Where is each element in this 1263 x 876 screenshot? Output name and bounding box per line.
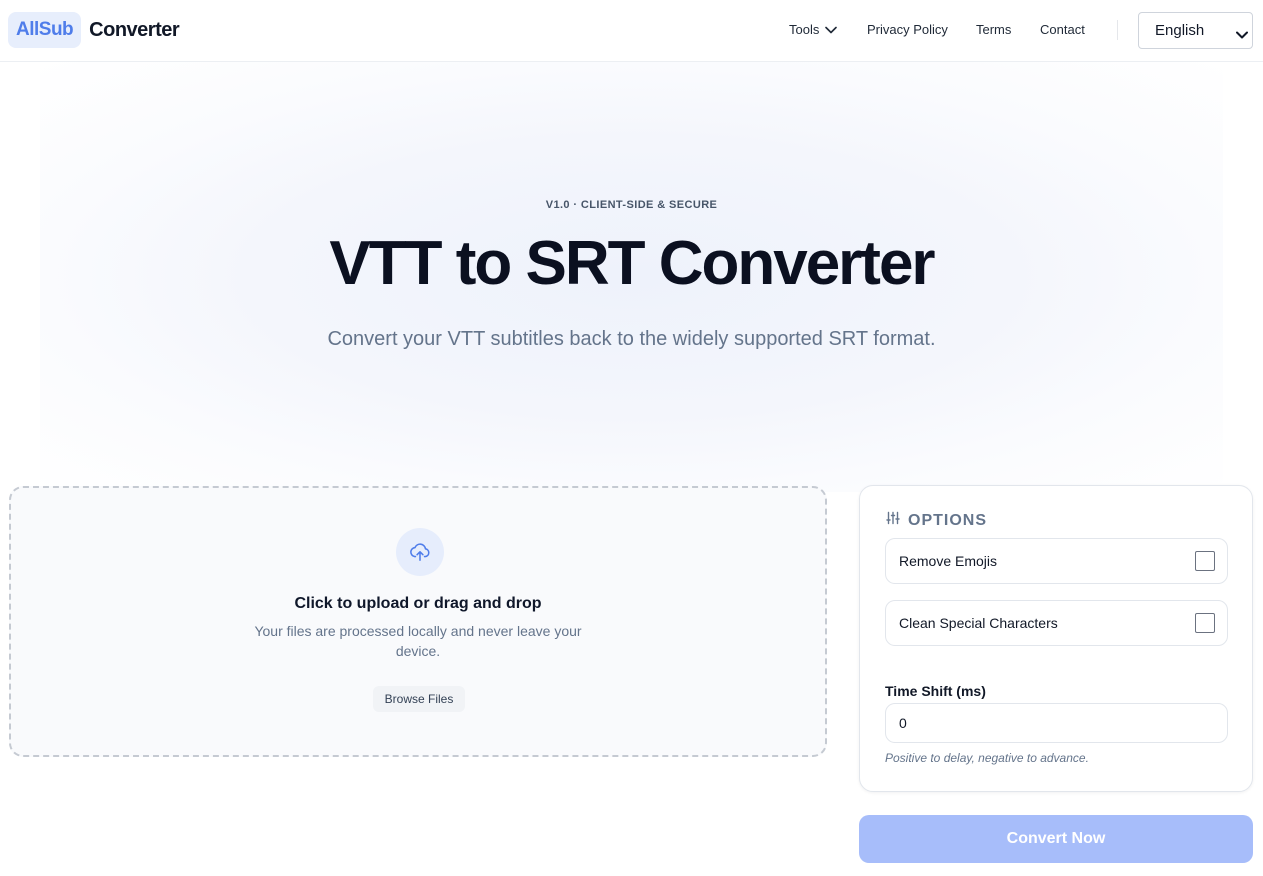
options-title: OPTIONS [908, 511, 988, 529]
nav-tools-label: Tools [789, 22, 820, 37]
time-shift-help: Positive to delay, negative to advance. [885, 751, 1089, 765]
clean-special-characters-checkbox[interactable] [1195, 613, 1215, 633]
option-remove-emojis-label: Remove Emojis [899, 553, 998, 569]
options-panel: OPTIONS Remove Emojis Clean Special Char… [859, 485, 1253, 792]
upload-dropzone[interactable]: Click to upload or drag and drop Your fi… [9, 486, 827, 757]
upload-title: Click to upload or drag and drop [294, 595, 542, 612]
nav-privacy-policy[interactable]: Privacy Policy [867, 22, 948, 37]
options-header: OPTIONS [886, 511, 987, 530]
language-select[interactable]: English [1138, 12, 1253, 49]
page-title: VTT to SRT Converter [329, 229, 935, 298]
nav-contact[interactable]: Contact [1040, 22, 1085, 37]
logo[interactable]: AllSub Converter [8, 12, 180, 48]
nav-divider [1117, 20, 1118, 40]
nav-tools[interactable]: Tools [789, 22, 838, 37]
option-clean-special-label: Clean Special Characters [899, 615, 1058, 631]
option-remove-emojis[interactable]: Remove Emojis [885, 538, 1228, 584]
convert-now-button[interactable]: Convert Now [859, 815, 1253, 863]
chevron-down-icon [825, 22, 838, 37]
option-clean-special-characters[interactable]: Clean Special Characters [885, 600, 1228, 646]
logo-text: Converter [89, 18, 180, 41]
chevron-down-icon [1236, 26, 1248, 43]
page-subtitle: Convert your VTT subtitles back to the w… [327, 328, 936, 350]
nav-terms[interactable]: Terms [976, 22, 1011, 37]
sliders-icon [886, 511, 900, 530]
remove-emojis-checkbox[interactable] [1195, 551, 1215, 571]
browse-files-button[interactable]: Browse Files [373, 686, 465, 712]
upload-description: Your files are processed locally and nev… [254, 623, 582, 659]
logo-badge: AllSub [8, 12, 82, 48]
site-header: AllSub Converter Tools Privacy Policy Te… [0, 0, 1263, 62]
cloud-upload-icon [396, 528, 444, 576]
language-select-value: English [1155, 22, 1205, 39]
time-shift-label: Time Shift (ms) [885, 683, 986, 699]
time-shift-input[interactable]: 0 [885, 703, 1228, 743]
version-tag: V1.0 · CLIENT-SIDE & SECURE [545, 199, 718, 211]
